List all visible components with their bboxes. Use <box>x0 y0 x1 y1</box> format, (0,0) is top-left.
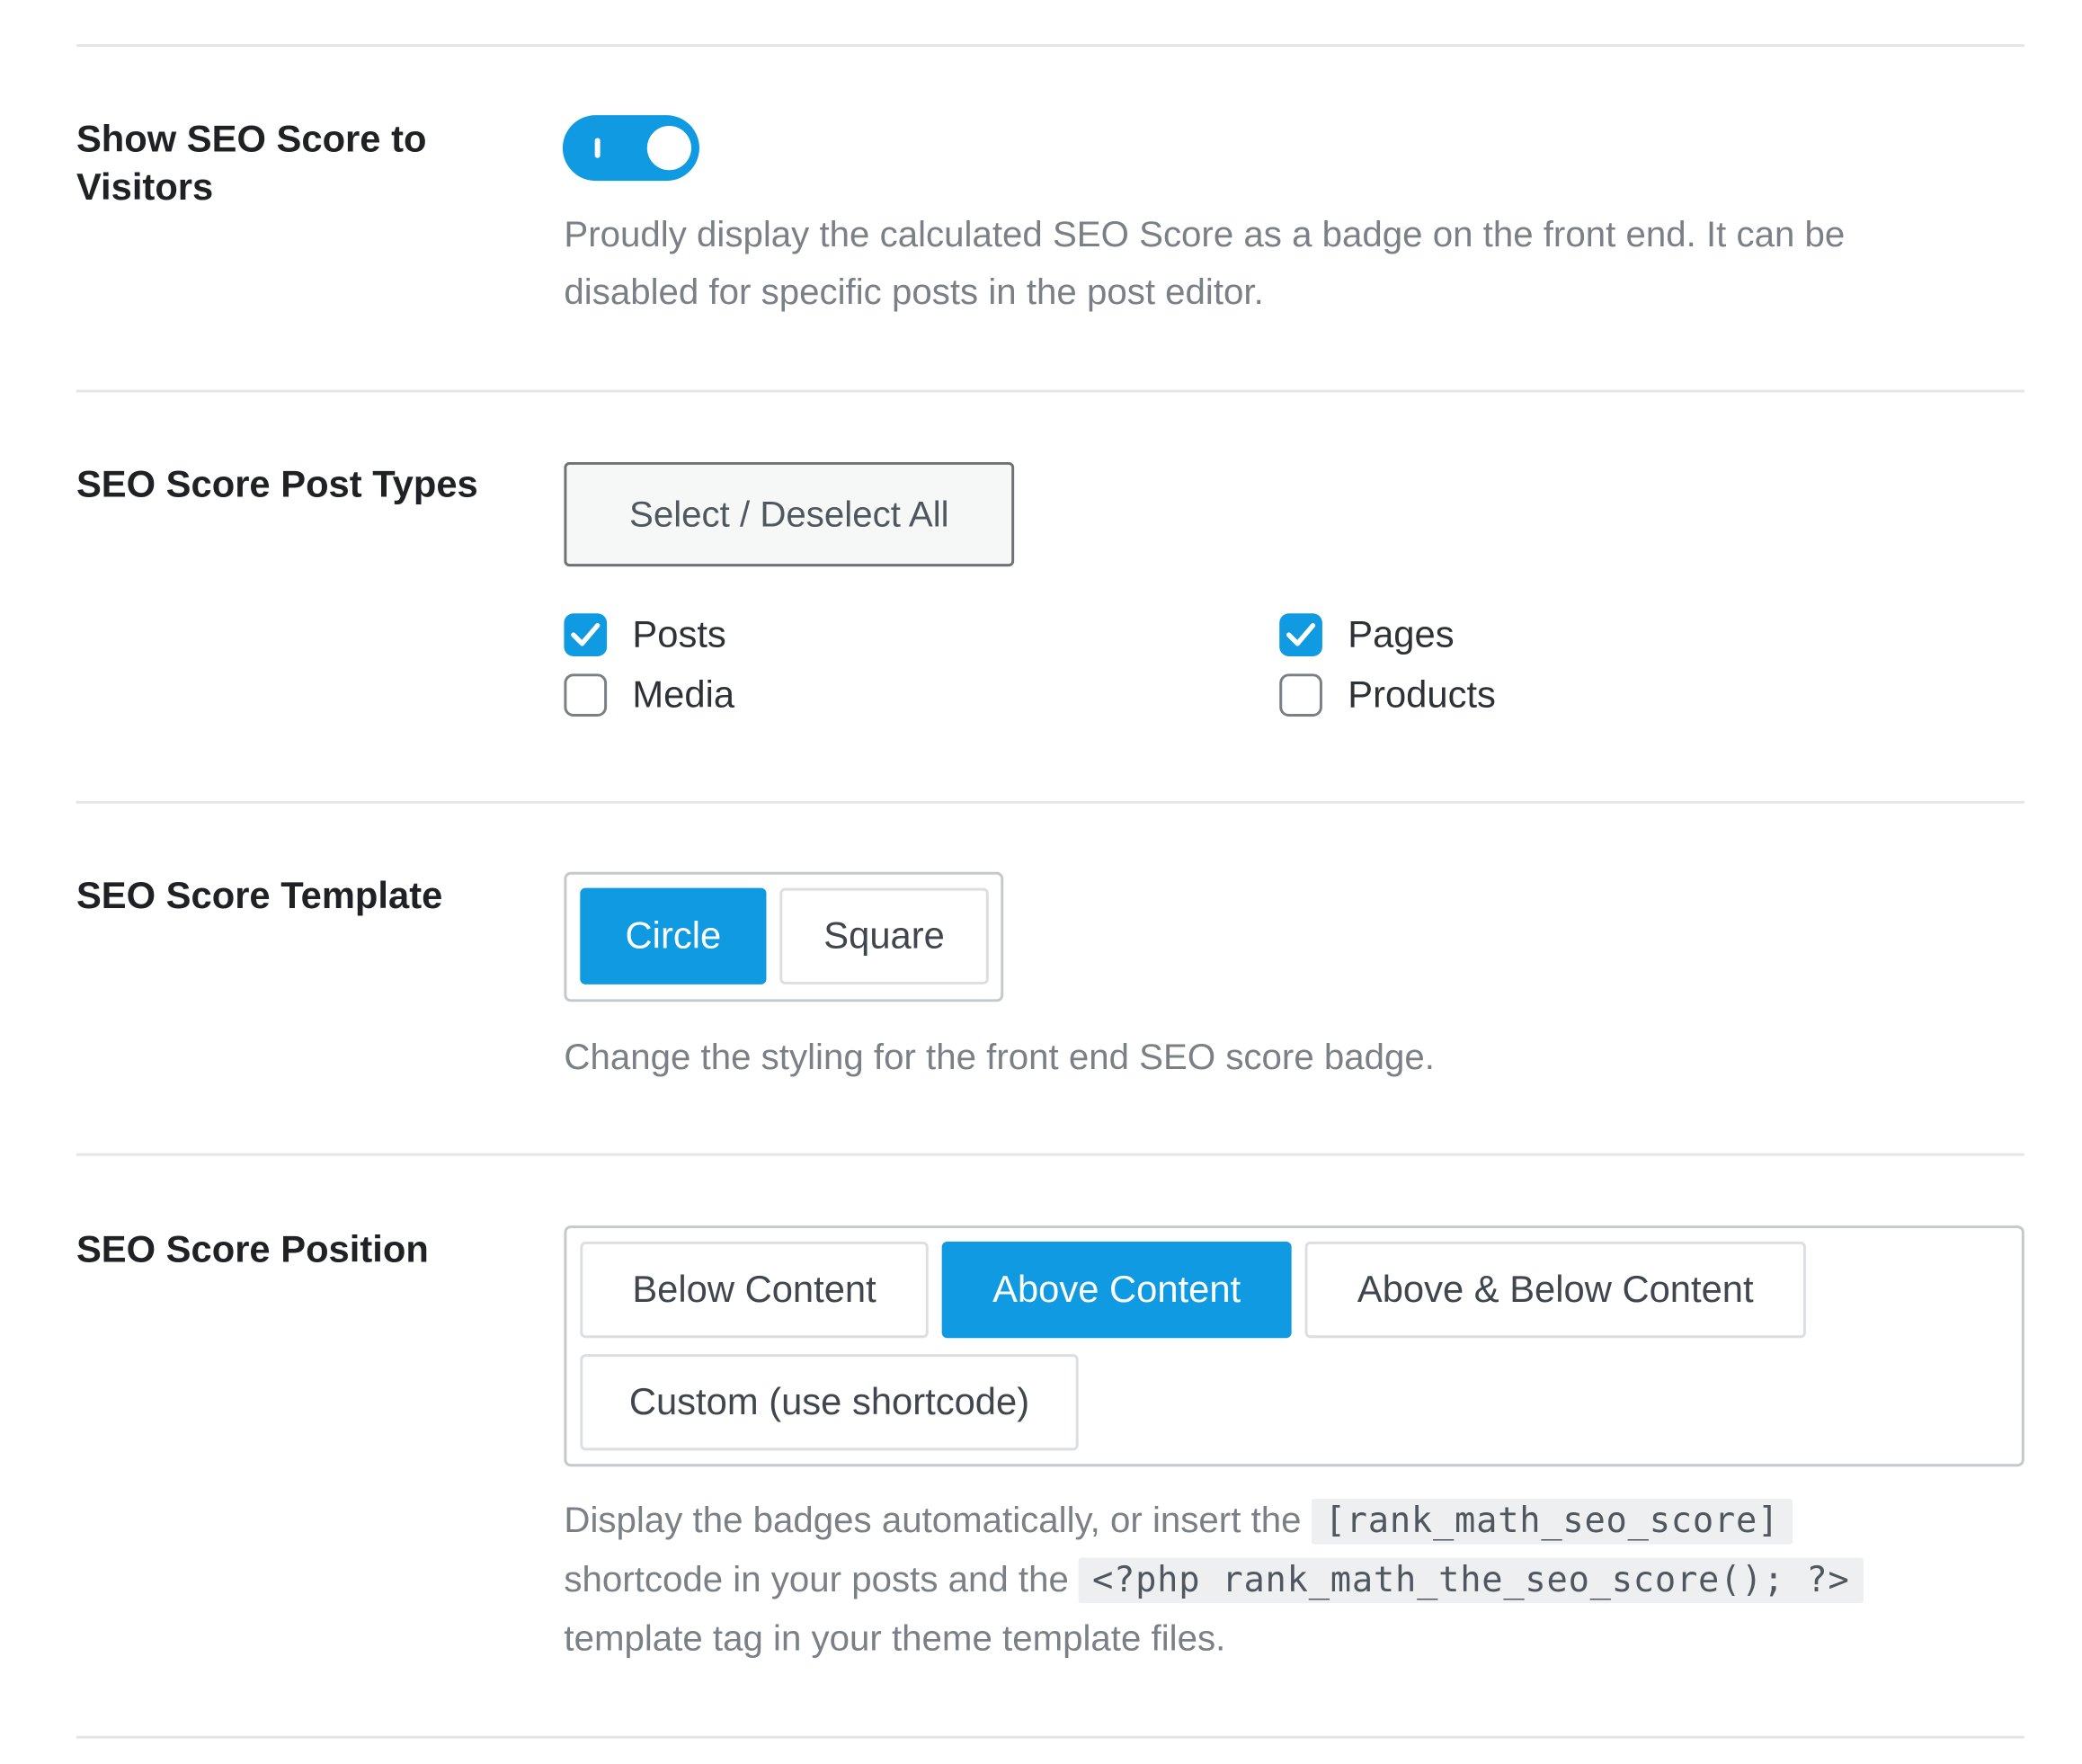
position-description-text: Display the badges automatically, or ins… <box>564 1500 1312 1541</box>
position-description: Display the badges automatically, or ins… <box>564 1492 1984 1668</box>
checkbox-pages[interactable]: Pages <box>1279 613 1455 656</box>
checkbox-label: Media <box>632 673 735 716</box>
checkbox-products[interactable]: Products <box>1279 673 1496 717</box>
checkmark-icon <box>1286 623 1316 646</box>
show-score-label: Show SEO Score to Visitors <box>76 118 427 208</box>
position-description-text: template tag in your theme template file… <box>564 1617 1226 1659</box>
position-below-content-button[interactable]: Below Content <box>580 1241 929 1339</box>
toggle-knob <box>646 126 691 171</box>
position-above-content-button[interactable]: Above Content <box>941 1241 1292 1339</box>
position-above-below-content-button[interactable]: Above & Below Content <box>1304 1241 1806 1339</box>
template-circle-button[interactable]: Circle <box>580 887 767 984</box>
template-label: SEO Score Template <box>76 874 443 916</box>
post-types-label: SEO Score Post Types <box>76 463 478 505</box>
show-score-toggle[interactable] <box>562 115 699 182</box>
template-tag-snippet: <?php rank_math_the_seo_score(); ?> <box>1079 1557 1864 1604</box>
checkbox-unchecked[interactable] <box>1279 673 1322 717</box>
checkbox-media[interactable]: Media <box>564 673 734 717</box>
checkbox-label: Posts <box>632 613 726 655</box>
template-description: Change the styling for the front end SEO… <box>564 1037 1435 1077</box>
show-score-description: Proudly display the calculated SEO Score… <box>564 214 1846 313</box>
settings-panel: Show SEO Score to Visitors Proudly displ… <box>0 0 2082 1764</box>
checkbox-checked[interactable] <box>1279 613 1322 656</box>
divider <box>76 44 2024 48</box>
checkbox-unchecked[interactable] <box>564 673 608 717</box>
divider <box>76 1153 2024 1156</box>
divider <box>76 389 2024 393</box>
position-button-group: Below Content Above Content Above & Belo… <box>564 1225 2024 1467</box>
toggle-on-indicator-icon <box>594 138 601 158</box>
checkbox-checked[interactable] <box>564 613 608 656</box>
shortcode-snippet: [rank_math_seo_score] <box>1311 1498 1793 1545</box>
template-square-button[interactable]: Square <box>779 887 989 984</box>
checkbox-label: Pages <box>1348 613 1455 655</box>
checkbox-label: Products <box>1348 673 1496 716</box>
divider <box>76 1735 2024 1739</box>
select-deselect-all-button[interactable]: Select / Deselect All <box>564 461 1015 567</box>
checkbox-posts[interactable]: Posts <box>564 613 726 656</box>
template-button-group: Circle Square <box>564 871 1004 1002</box>
position-label: SEO Score Position <box>76 1228 429 1270</box>
position-custom-shortcode-button[interactable]: Custom (use shortcode) <box>580 1354 1079 1451</box>
checkmark-icon <box>571 623 601 646</box>
divider <box>76 800 2024 804</box>
position-description-text: shortcode in your posts and the <box>564 1559 1080 1599</box>
